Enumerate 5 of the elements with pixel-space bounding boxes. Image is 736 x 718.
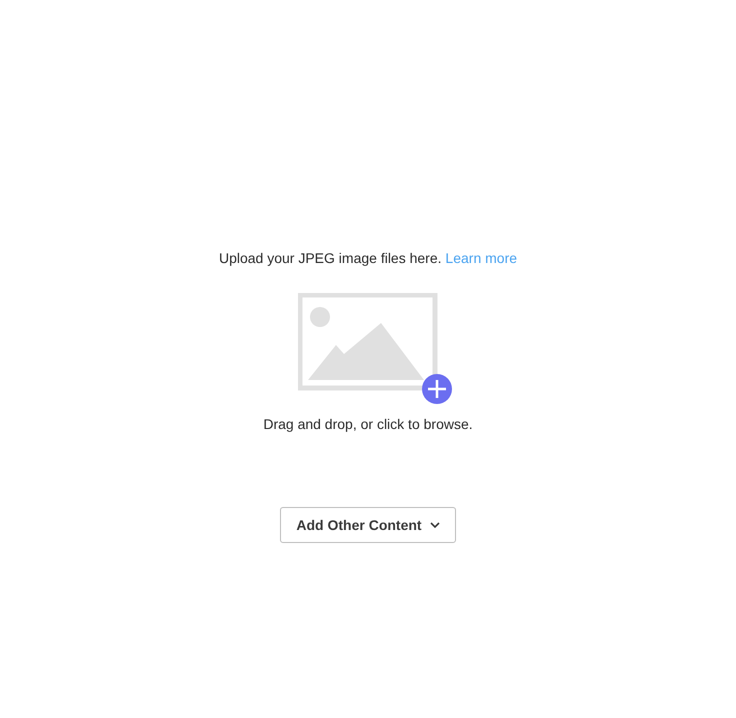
upload-instructions: Upload your JPEG image files here. Learn more [218,249,518,268]
add-content-button[interactable]: Add Other Content [280,507,456,543]
drop-hint: Drag and drop, or click to browse. [263,415,473,434]
caret-icon [430,522,440,528]
image-add-icon[interactable] [298,293,454,406]
